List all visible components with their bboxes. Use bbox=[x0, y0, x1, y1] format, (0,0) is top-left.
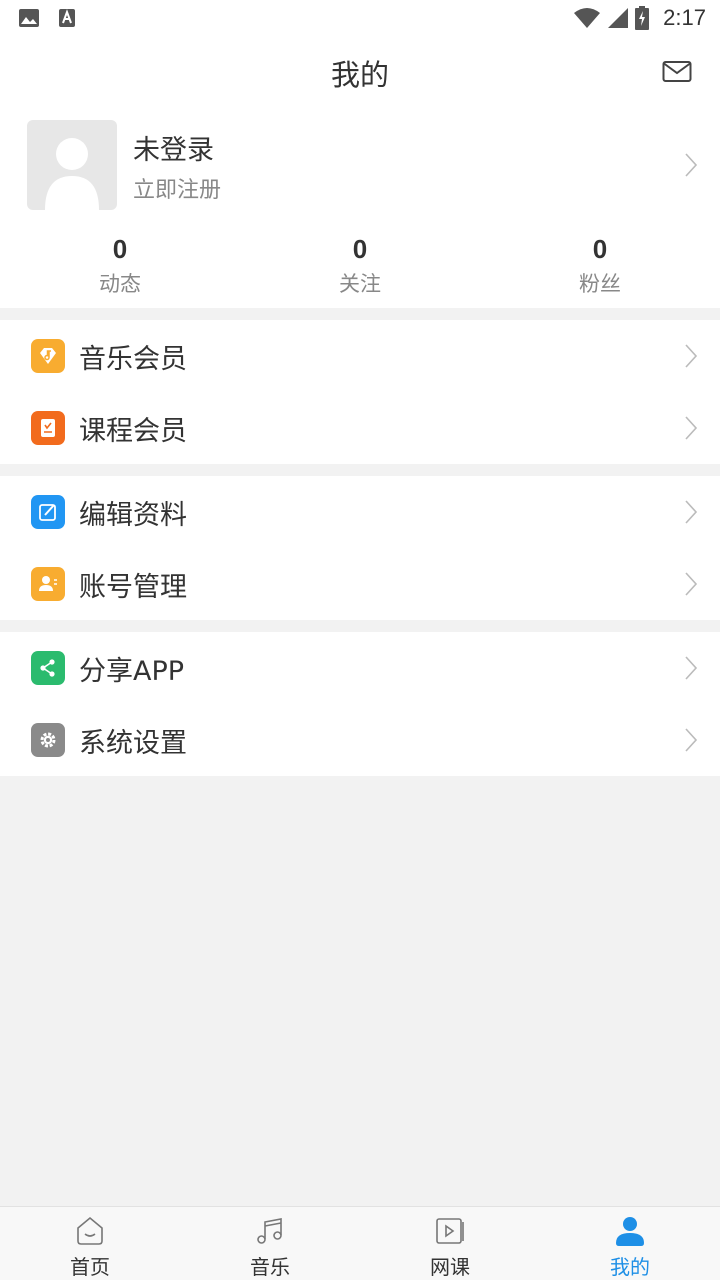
tab-label: 网课 bbox=[430, 1255, 470, 1279]
menu-item-share-app[interactable]: 分享APP bbox=[0, 632, 720, 704]
chevron-right-icon bbox=[685, 500, 698, 524]
text-notification-icon bbox=[59, 9, 75, 27]
default-avatar-icon bbox=[45, 138, 99, 210]
profile-card[interactable]: 未登录 立即注册 bbox=[0, 110, 720, 222]
stat-value: 0 bbox=[592, 234, 608, 264]
chevron-right-icon bbox=[685, 344, 698, 368]
header: 我的 bbox=[0, 36, 720, 110]
bottom-tab-bar: 首页 音乐 网课 我的 bbox=[0, 1206, 720, 1280]
profile-name: 未登录 bbox=[133, 135, 214, 166]
menu-item-label: 音乐会员 bbox=[79, 343, 187, 375]
image-notification-icon bbox=[19, 9, 39, 27]
stat-value: 0 bbox=[112, 234, 128, 264]
chevron-right-icon bbox=[685, 153, 698, 177]
signal-icon bbox=[608, 8, 629, 28]
menu-item-label: 课程会员 bbox=[79, 415, 187, 447]
menu-item-edit-profile[interactable]: 编辑资料 bbox=[0, 476, 720, 548]
status-bar: 2:17 bbox=[0, 0, 720, 36]
stat-value: 0 bbox=[352, 234, 368, 264]
menu-group-membership: 音乐会员 课程会员 bbox=[0, 320, 720, 464]
diamond-music-icon bbox=[31, 339, 65, 373]
menu-group-system: 分享APP 系统设置 bbox=[0, 632, 720, 776]
menu-item-system-settings[interactable]: 系统设置 bbox=[0, 704, 720, 776]
menu-group-account: 编辑资料 账号管理 bbox=[0, 476, 720, 620]
stat-dynamics[interactable]: 0 动态 bbox=[0, 222, 240, 308]
chevron-right-icon bbox=[685, 572, 698, 596]
gear-icon bbox=[31, 723, 65, 757]
menu-item-course-vip[interactable]: 课程会员 bbox=[0, 392, 720, 464]
menu-item-music-vip[interactable]: 音乐会员 bbox=[0, 320, 720, 392]
tab-label: 我的 bbox=[610, 1255, 650, 1279]
menu-item-label: 系统设置 bbox=[79, 727, 187, 759]
video-play-icon bbox=[436, 1218, 464, 1244]
stat-following[interactable]: 0 关注 bbox=[240, 222, 480, 308]
share-icon bbox=[31, 651, 65, 685]
chevron-right-icon bbox=[685, 728, 698, 752]
tab-home[interactable]: 首页 bbox=[0, 1207, 180, 1280]
stat-fans[interactable]: 0 粉丝 bbox=[480, 222, 720, 308]
chevron-right-icon bbox=[685, 416, 698, 440]
tab-mine[interactable]: 我的 bbox=[540, 1207, 720, 1280]
battery-charging-icon bbox=[635, 6, 650, 30]
mail-icon[interactable] bbox=[662, 60, 692, 84]
tab-music[interactable]: 音乐 bbox=[180, 1207, 360, 1280]
music-note-icon bbox=[257, 1218, 282, 1244]
wifi-icon bbox=[574, 8, 601, 28]
menu-item-label: 分享APP bbox=[79, 655, 185, 687]
stat-label: 粉丝 bbox=[579, 272, 621, 296]
home-icon bbox=[77, 1216, 103, 1245]
tab-courses[interactable]: 网课 bbox=[360, 1207, 540, 1280]
stat-label: 关注 bbox=[339, 272, 381, 296]
chevron-right-icon bbox=[685, 656, 698, 680]
avatar[interactable] bbox=[27, 120, 117, 210]
menu-item-account-management[interactable]: 账号管理 bbox=[0, 548, 720, 620]
edit-icon bbox=[31, 495, 65, 529]
register-link[interactable]: 立即注册 bbox=[133, 172, 221, 204]
tab-label: 首页 bbox=[70, 1255, 110, 1279]
account-icon bbox=[31, 567, 65, 601]
status-time: 2:17 bbox=[663, 5, 706, 30]
stat-label: 动态 bbox=[99, 272, 141, 296]
stats-row: 0 动态 0 关注 0 粉丝 bbox=[0, 222, 720, 308]
book-icon bbox=[31, 411, 65, 445]
tab-label: 音乐 bbox=[250, 1255, 290, 1279]
page-title: 我的 bbox=[330, 58, 389, 92]
user-icon bbox=[616, 1217, 644, 1246]
menu-item-label: 编辑资料 bbox=[79, 499, 187, 531]
menu-item-label: 账号管理 bbox=[79, 571, 187, 603]
